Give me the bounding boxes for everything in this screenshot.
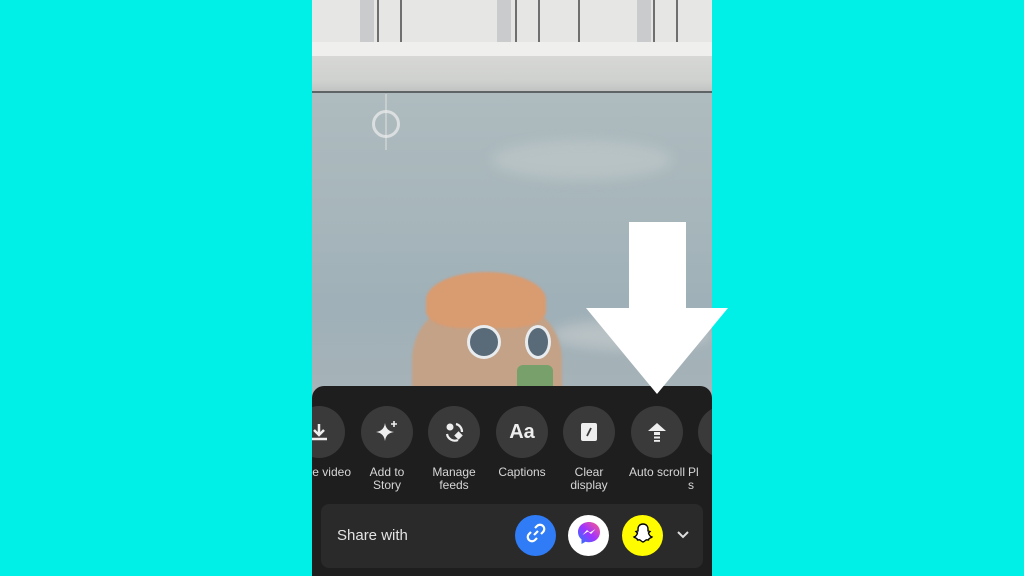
link-icon: [525, 522, 547, 549]
action-label: Manage feeds: [432, 465, 476, 492]
action-playback-speed[interactable]: Pl s: [686, 406, 712, 492]
annotation-arrow-down-icon: [586, 222, 728, 394]
action-label: Pl s: [688, 465, 699, 492]
action-label: Clear display: [570, 465, 608, 492]
action-label: Captions: [498, 465, 546, 479]
hook: [372, 110, 400, 138]
captions-icon: Aa: [496, 406, 548, 458]
manage-feeds-icon: [428, 406, 480, 458]
more-share-options-button[interactable]: [673, 526, 693, 546]
action-label: Auto scroll: [628, 465, 686, 479]
video-background-siding: [312, 0, 712, 42]
chevron-down-icon: [676, 527, 690, 545]
sparkle-icon: [361, 406, 413, 458]
action-auto-scroll[interactable]: Auto scroll: [619, 406, 695, 479]
messenger-share-button[interactable]: [568, 515, 609, 556]
action-add-to-story[interactable]: Add to Story: [349, 406, 425, 492]
clear-display-icon: [563, 406, 615, 458]
share-sheet: e video Add to Story Manage feeds Aa Cap…: [312, 386, 712, 576]
share-with-label: Share with: [337, 527, 408, 544]
download-icon: [312, 406, 345, 458]
action-captions[interactable]: Aa Captions: [484, 406, 560, 479]
action-manage-feeds[interactable]: Manage feeds: [416, 406, 492, 492]
share-with-row: Share with: [321, 504, 703, 568]
action-clear-display[interactable]: Clear display: [551, 406, 627, 492]
actions-row[interactable]: e video Add to Story Manage feeds Aa Cap…: [312, 386, 712, 504]
messenger-icon: [576, 520, 602, 551]
action-label: Add to Story: [369, 465, 405, 492]
copy-link-button[interactable]: [515, 515, 556, 556]
video-background-trim: [312, 42, 712, 56]
video-background-gutter: [312, 56, 712, 92]
snapchat-icon: [631, 521, 655, 550]
playback-icon: [698, 406, 712, 458]
snapchat-share-button[interactable]: [622, 515, 663, 556]
auto-scroll-icon: [631, 406, 683, 458]
